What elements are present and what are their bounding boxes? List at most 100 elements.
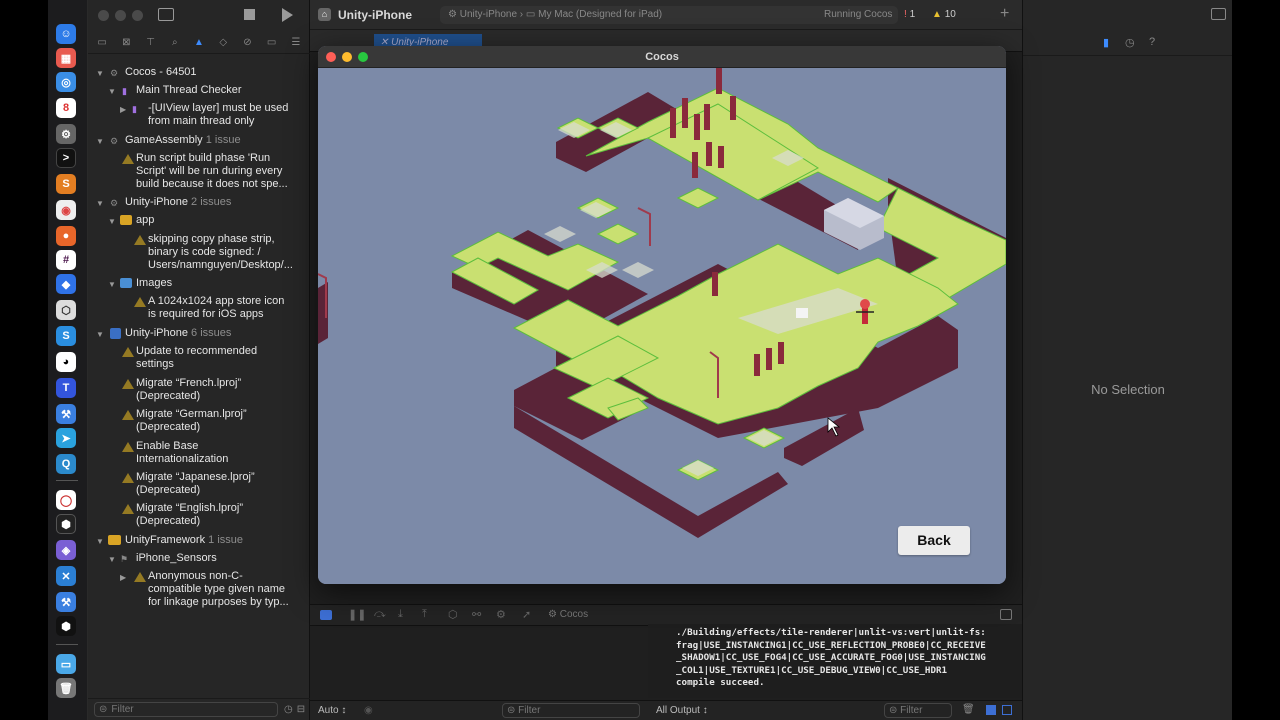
finder-icon[interactable]: ☺	[56, 24, 76, 44]
terminal-icon[interactable]: >	[56, 148, 76, 168]
chevron-down-icon[interactable]: ▼	[96, 135, 104, 148]
zoom-button[interactable]	[358, 52, 368, 62]
error-badge[interactable]: ! 1	[904, 9, 915, 20]
scheme-title[interactable]: Unity-iPhone	[338, 8, 412, 22]
chevron-down-icon[interactable]: ▼	[96, 328, 104, 341]
history-icon[interactable]: ◷	[1125, 36, 1135, 49]
tree-group-main-thread-checker[interactable]: ▼ ▮ Main Thread Checker	[88, 84, 310, 98]
safari-icon[interactable]: ◎	[56, 72, 76, 92]
trash-icon[interactable]: 🗑	[56, 678, 76, 698]
tree-issue-app-icon[interactable]: A 1024x1024 app store icon is required f…	[88, 295, 310, 323]
chevron-down-icon[interactable]: ▼	[108, 85, 116, 98]
tree-group-images[interactable]: ▼ Images	[88, 277, 310, 291]
settings-icon[interactable]: ⚙	[56, 124, 76, 144]
close-button[interactable]	[326, 52, 336, 62]
debug-icon[interactable]: ⊘	[241, 37, 253, 49]
vscode-icon[interactable]: ✕	[56, 566, 76, 586]
sublime-icon[interactable]: S	[56, 174, 76, 194]
report-icon[interactable]: ☰	[290, 37, 302, 49]
chevron-down-icon[interactable]: ▼	[108, 553, 116, 566]
variables-filter-input[interactable]: ⊜ Filter	[502, 703, 640, 718]
eye-icon[interactable]: ◉	[364, 705, 373, 716]
tree-group-app[interactable]: ▼ app	[88, 214, 310, 228]
telegram-icon[interactable]: ➤	[56, 428, 76, 448]
location-icon[interactable]: ➚	[522, 608, 531, 621]
step-over-icon[interactable]: ⤼	[374, 608, 386, 621]
proxyman-icon[interactable]: Q	[56, 454, 76, 474]
split-left-icon[interactable]	[986, 705, 996, 715]
skype-icon[interactable]: S	[56, 326, 76, 346]
unity-hub-icon[interactable]: ⬡	[56, 300, 76, 320]
xcode-icon[interactable]: ⚒	[56, 404, 76, 424]
breakpoint-icon[interactable]: ▭	[266, 37, 278, 49]
issue-icon[interactable]: ▲	[193, 37, 205, 49]
inspector-toggle-icon[interactable]	[1211, 8, 1226, 20]
tree-group-cocos[interactable]: ▼ ⚙ Cocos - 64501	[88, 66, 310, 80]
tree-group-unityframework[interactable]: ▼ UnityFramework 1 issue	[88, 534, 310, 548]
split-right-icon[interactable]	[1002, 705, 1012, 715]
visual-studio-icon[interactable]: ◈	[56, 540, 76, 560]
unity-dark-icon[interactable]: ⬢	[56, 616, 76, 636]
minimize-button[interactable]	[342, 52, 352, 62]
trash-icon[interactable]: 🗑	[962, 704, 975, 715]
step-out-icon[interactable]: ⤒	[422, 608, 427, 621]
add-icon[interactable]: +	[1000, 5, 1009, 23]
variables-scope-selector[interactable]: Auto ↕	[318, 705, 346, 716]
firefox-icon[interactable]: ●	[56, 226, 76, 246]
source-control-icon[interactable]: ⊠	[120, 37, 132, 49]
minimize-button[interactable]	[115, 10, 126, 21]
launchpad-icon[interactable]: ▦	[56, 48, 76, 68]
sidebar-toggle-icon[interactable]	[158, 8, 174, 21]
tree-issue-french[interactable]: Migrate “French.lproj” (Deprecated)	[88, 377, 310, 405]
file-inspector-icon[interactable]: ▮	[1103, 36, 1109, 49]
help-icon[interactable]: ?	[1149, 36, 1155, 48]
console-output-selector[interactable]: All Output ↕	[656, 705, 708, 716]
app-icon[interactable]: ◯	[56, 490, 76, 510]
tree-issue-uiview[interactable]: ▶ ▮ -[UIView layer] must be used from ma…	[88, 102, 310, 130]
step-into-icon[interactable]: ⤓	[398, 608, 403, 621]
environment-icon[interactable]: ⚙	[496, 608, 506, 621]
chevron-down-icon[interactable]: ▼	[96, 535, 104, 548]
close-button[interactable]	[98, 10, 109, 21]
tree-issue-recommended-settings[interactable]: Update to recommended settings	[88, 345, 310, 373]
folder-icon[interactable]: ▭	[96, 37, 108, 49]
breadcrumb-scheme[interactable]: Unity-iPhone	[460, 9, 517, 20]
search-icon[interactable]: ⌕	[169, 37, 181, 49]
tree-group-unity-iphone-2[interactable]: ▼ ⚙ Unity-iPhone 2 issues	[88, 196, 310, 210]
run-icon[interactable]	[282, 8, 293, 22]
tree-group-iphone-sensors[interactable]: ▼ ⚑ iPhone_Sensors	[88, 552, 310, 566]
chevron-down-icon[interactable]: ▼	[96, 197, 104, 210]
tree-issue-run-script[interactable]: Run script build phase 'Run Script' will…	[88, 152, 310, 192]
folder-icon[interactable]: ▭	[56, 654, 76, 674]
tree-issue-japanese[interactable]: Migrate “Japanese.lproj” (Deprecated)	[88, 471, 310, 499]
xcode-icon-2[interactable]: ⚒	[56, 592, 76, 612]
hierarchy-icon[interactable]: ⊤	[145, 37, 157, 49]
chevron-right-icon[interactable]: ▶	[120, 103, 126, 116]
zoom-button[interactable]	[132, 10, 143, 21]
chevron-right-icon[interactable]: ▶	[120, 571, 126, 584]
filter-options-icon[interactable]: ⊟	[297, 704, 305, 715]
test-icon[interactable]: ◇	[217, 37, 229, 49]
tree-issue-copy-phase[interactable]: skipping copy phase strip, binary is cod…	[88, 233, 310, 273]
chevron-down-icon[interactable]: ▼	[96, 67, 104, 80]
pause-icon[interactable]: ❚❚	[348, 608, 366, 621]
hide-debug-area-icon[interactable]	[1000, 609, 1012, 620]
tree-group-unity-iphone-6[interactable]: ▼ Unity-iPhone 6 issues	[88, 327, 310, 341]
tree-issue-anonymous[interactable]: ▶ Anonymous non-C- compatible type given…	[88, 570, 310, 610]
console-filter-input[interactable]: ⊜ Filter	[884, 703, 952, 718]
warning-badge[interactable]: ▲ 10	[932, 9, 956, 20]
view-hierarchy-icon[interactable]: ⬡	[448, 608, 458, 621]
breakpoints-toggle-icon[interactable]	[320, 610, 332, 620]
memory-graph-icon[interactable]: ⚯	[472, 608, 481, 621]
tree-issue-english[interactable]: Migrate “English.lproj” (Deprecated)	[88, 502, 310, 530]
tetris-icon[interactable]: T	[56, 378, 76, 398]
chevron-down-icon[interactable]: ▼	[108, 215, 116, 228]
breadcrumb-destination[interactable]: My Mac (Designed for iPad)	[538, 9, 662, 20]
stop-icon[interactable]	[244, 9, 255, 20]
game-viewport[interactable]: Back	[318, 68, 1006, 584]
back-button[interactable]: Back	[898, 526, 970, 555]
activity-viewer[interactable]: ⚙ Unity-iPhone › ▭ My Mac (Designed for …	[440, 6, 898, 24]
tree-issue-base-intl[interactable]: Enable Base Internationalization	[88, 440, 310, 468]
unity-icon[interactable]: ⬢	[56, 514, 76, 534]
tree-issue-german[interactable]: Migrate “German.lproj” (Deprecated)	[88, 408, 310, 436]
